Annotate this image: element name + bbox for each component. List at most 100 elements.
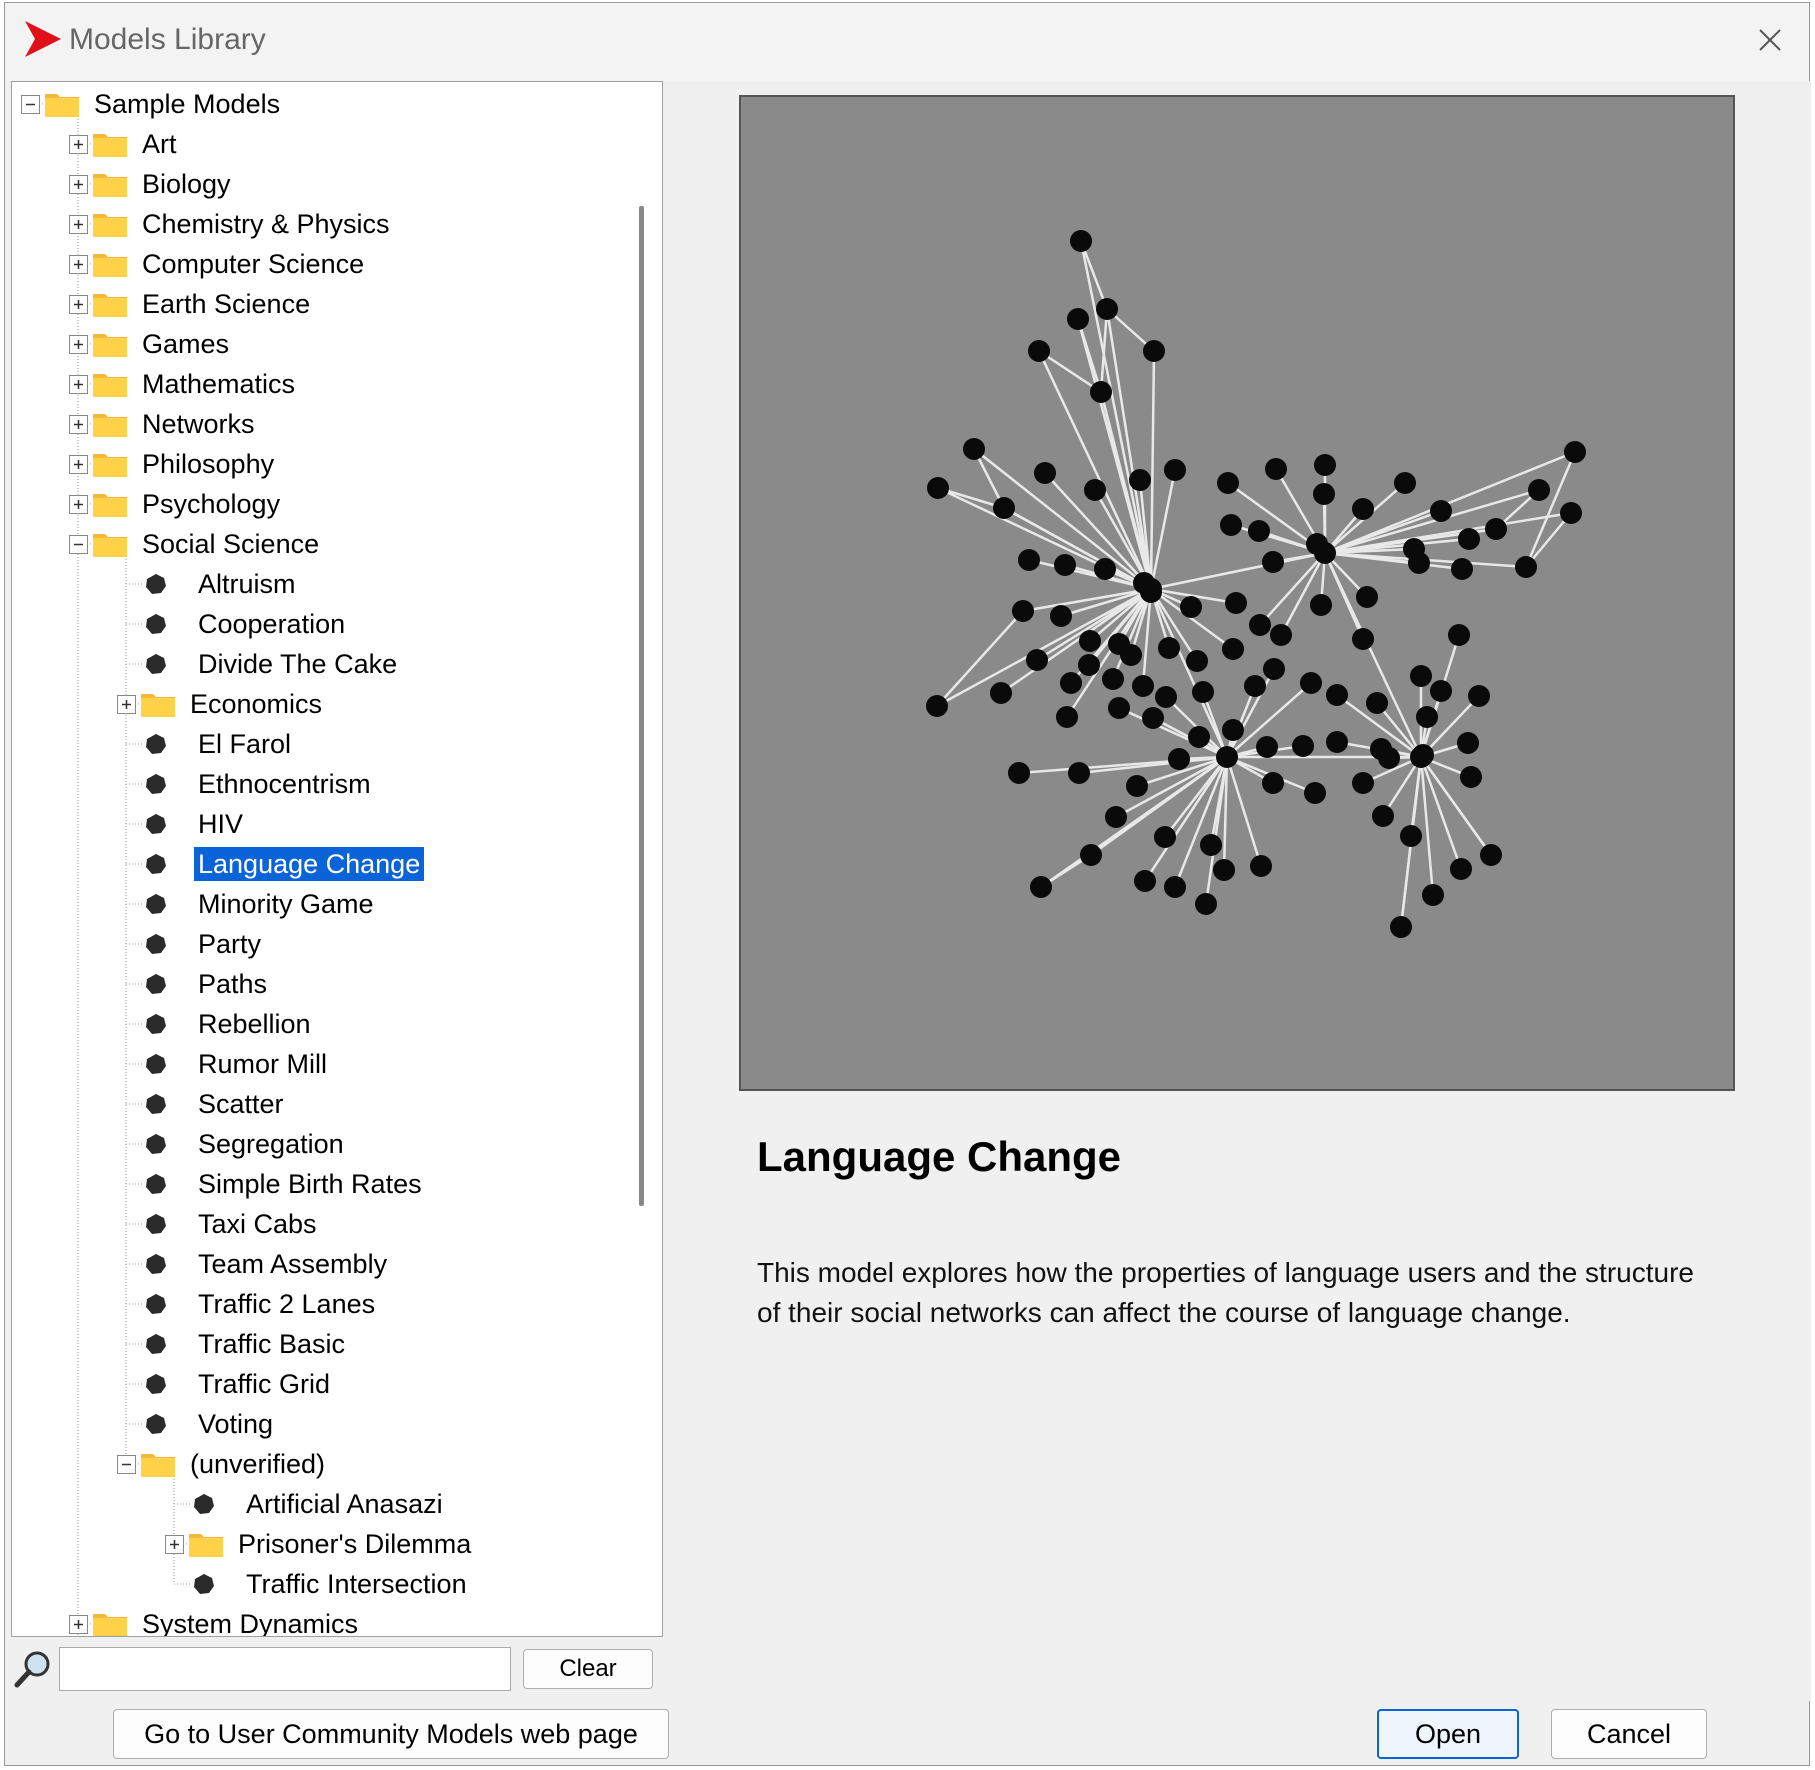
expand-icon[interactable] [117,695,136,714]
tree-item-team-assembly[interactable]: Team Assembly [140,1245,391,1283]
tree-item-label: Simple Birth Rates [198,1169,422,1199]
tree-item-rebellion[interactable]: Rebellion [140,1005,315,1043]
tree-item-label: Scatter [198,1089,284,1119]
models-library-window: Models Library Sample Models Art Biology Ch… [4,2,1811,1766]
expand-icon[interactable] [69,335,88,354]
tree-item-rumor-mill[interactable]: Rumor Mill [140,1045,331,1083]
folder-icon [92,1610,128,1636]
tree-item-label: Mathematics [142,369,296,399]
tree-folder-philosophy[interactable]: Philosophy [92,445,278,483]
expand-icon[interactable] [165,1535,184,1554]
tree-folder-unverified[interactable]: (unverified) [140,1445,329,1483]
tree-folder-economics[interactable]: Economics [140,685,326,723]
tree-item-label: Party [198,929,262,959]
tree-item-label: Earth Science [142,289,311,319]
tree-item-divide-the-cake[interactable]: Divide The Cake [140,645,401,683]
model-icon [144,972,168,996]
tree-item-label: Divide The Cake [198,649,398,679]
collapse-icon[interactable] [117,1455,136,1474]
tree-item-altruism[interactable]: Altruism [140,565,300,603]
tree-folder-psychology[interactable]: Psychology [92,485,284,523]
tree-item-label: Rumor Mill [198,1049,328,1079]
tree-item-hiv[interactable]: HIV [140,805,247,843]
tree-item-label: Paths [198,969,268,999]
tree-item-label: El Farol [198,729,292,759]
model-info-panel: Language Change This model explores how … [665,81,1811,1701]
tree-item-label: Segregation [198,1129,344,1159]
tree-folder-networks[interactable]: Networks [92,405,259,443]
model-icon [144,1252,168,1276]
expand-icon[interactable] [69,415,88,434]
tree-item-simple-birth-rates[interactable]: Simple Birth Rates [140,1165,426,1203]
tree-item-traffic-basic[interactable]: Traffic Basic [140,1325,349,1363]
tree-scrollbar-thumb[interactable] [639,206,644,1206]
tree-item-label: Traffic Grid [198,1369,331,1399]
model-title: Language Change [757,1133,1122,1180]
expand-icon[interactable] [69,375,88,394]
expand-icon[interactable] [69,175,88,194]
folder-icon [92,250,128,278]
folder-icon [92,330,128,358]
model-icon [144,732,168,756]
tree-folder-chemistry-physics[interactable]: Chemistry & Physics [92,205,394,243]
tree-scrollbar[interactable] [636,126,646,1206]
model-icon [144,572,168,596]
folder-icon [92,450,128,478]
expand-icon[interactable] [69,295,88,314]
model-preview [739,95,1735,1091]
collapse-icon[interactable] [21,95,40,114]
tree-item-ethnocentrism[interactable]: Ethnocentrism [140,765,375,803]
tree-item-scatter[interactable]: Scatter [140,1085,288,1123]
tree-item-artificial-anasazi[interactable]: Artificial Anasazi [188,1485,447,1523]
model-description: This model explores how the properties o… [757,1257,1694,1328]
tree-folder-system-dynamics[interactable]: System Dynamics [92,1605,362,1636]
folder-icon [92,290,128,318]
tree-folder-prisoner-s-dilemma[interactable]: Prisoner's Dilemma [188,1525,475,1563]
collapse-icon[interactable] [69,535,88,554]
tree-item-cooperation[interactable]: Cooperation [140,605,349,643]
tree-item-el-farol[interactable]: El Farol [140,725,295,763]
tree-item-language-change[interactable]: Language Change [140,845,425,883]
model-icon [144,1412,168,1436]
tree-folder-games[interactable]: Games [92,325,233,363]
tree-folder-sample-models[interactable]: Sample Models [44,85,284,123]
tree-item-voting[interactable]: Voting [140,1405,277,1443]
tree-folder-mathematics[interactable]: Mathematics [92,365,299,403]
expand-icon[interactable] [69,455,88,474]
expand-icon[interactable] [69,215,88,234]
tree-folder-biology[interactable]: Biology [92,165,235,203]
clear-button[interactable]: Clear [523,1649,653,1689]
tree-item-label: Rebellion [198,1009,311,1039]
cancel-button[interactable]: Cancel [1551,1709,1707,1759]
model-tree[interactable]: Sample Models Art Biology Chemistry & Physi… [11,81,663,1637]
community-models-button[interactable]: Go to User Community Models web page [113,1709,669,1759]
model-icon [192,1572,216,1596]
expand-icon[interactable] [69,495,88,514]
tree-item-label: Artificial Anasazi [246,1489,443,1519]
model-icon [144,612,168,636]
tree-item-traffic-2-lanes[interactable]: Traffic 2 Lanes [140,1285,379,1323]
folder-icon [92,130,128,158]
folder-icon [92,410,128,438]
model-icon [144,892,168,916]
tree-folder-computer-science[interactable]: Computer Science [92,245,368,283]
tree-item-paths[interactable]: Paths [140,965,271,1003]
tree-item-segregation[interactable]: Segregation [140,1125,348,1163]
search-input[interactable] [59,1647,511,1691]
tree-item-traffic-intersection[interactable]: Traffic Intersection [188,1565,471,1603]
open-button[interactable]: Open [1377,1709,1519,1759]
tree-folder-art[interactable]: Art [92,125,181,163]
tree-folder-earth-science[interactable]: Earth Science [92,285,314,323]
expand-icon[interactable] [69,255,88,274]
tree-folder-social-science[interactable]: Social Science [92,525,323,563]
tree-item-minority-game[interactable]: Minority Game [140,885,378,923]
tree-item-label: Voting [198,1409,274,1439]
tree-item-taxi-cabs[interactable]: Taxi Cabs [140,1205,321,1243]
tree-item-label: Ethnocentrism [198,769,371,799]
close-button[interactable] [1747,21,1791,61]
tree-item-party[interactable]: Party [140,925,265,963]
expand-icon[interactable] [69,135,88,154]
model-icon [144,1172,168,1196]
tree-item-traffic-grid[interactable]: Traffic Grid [140,1365,334,1403]
expand-icon[interactable] [69,1615,88,1634]
